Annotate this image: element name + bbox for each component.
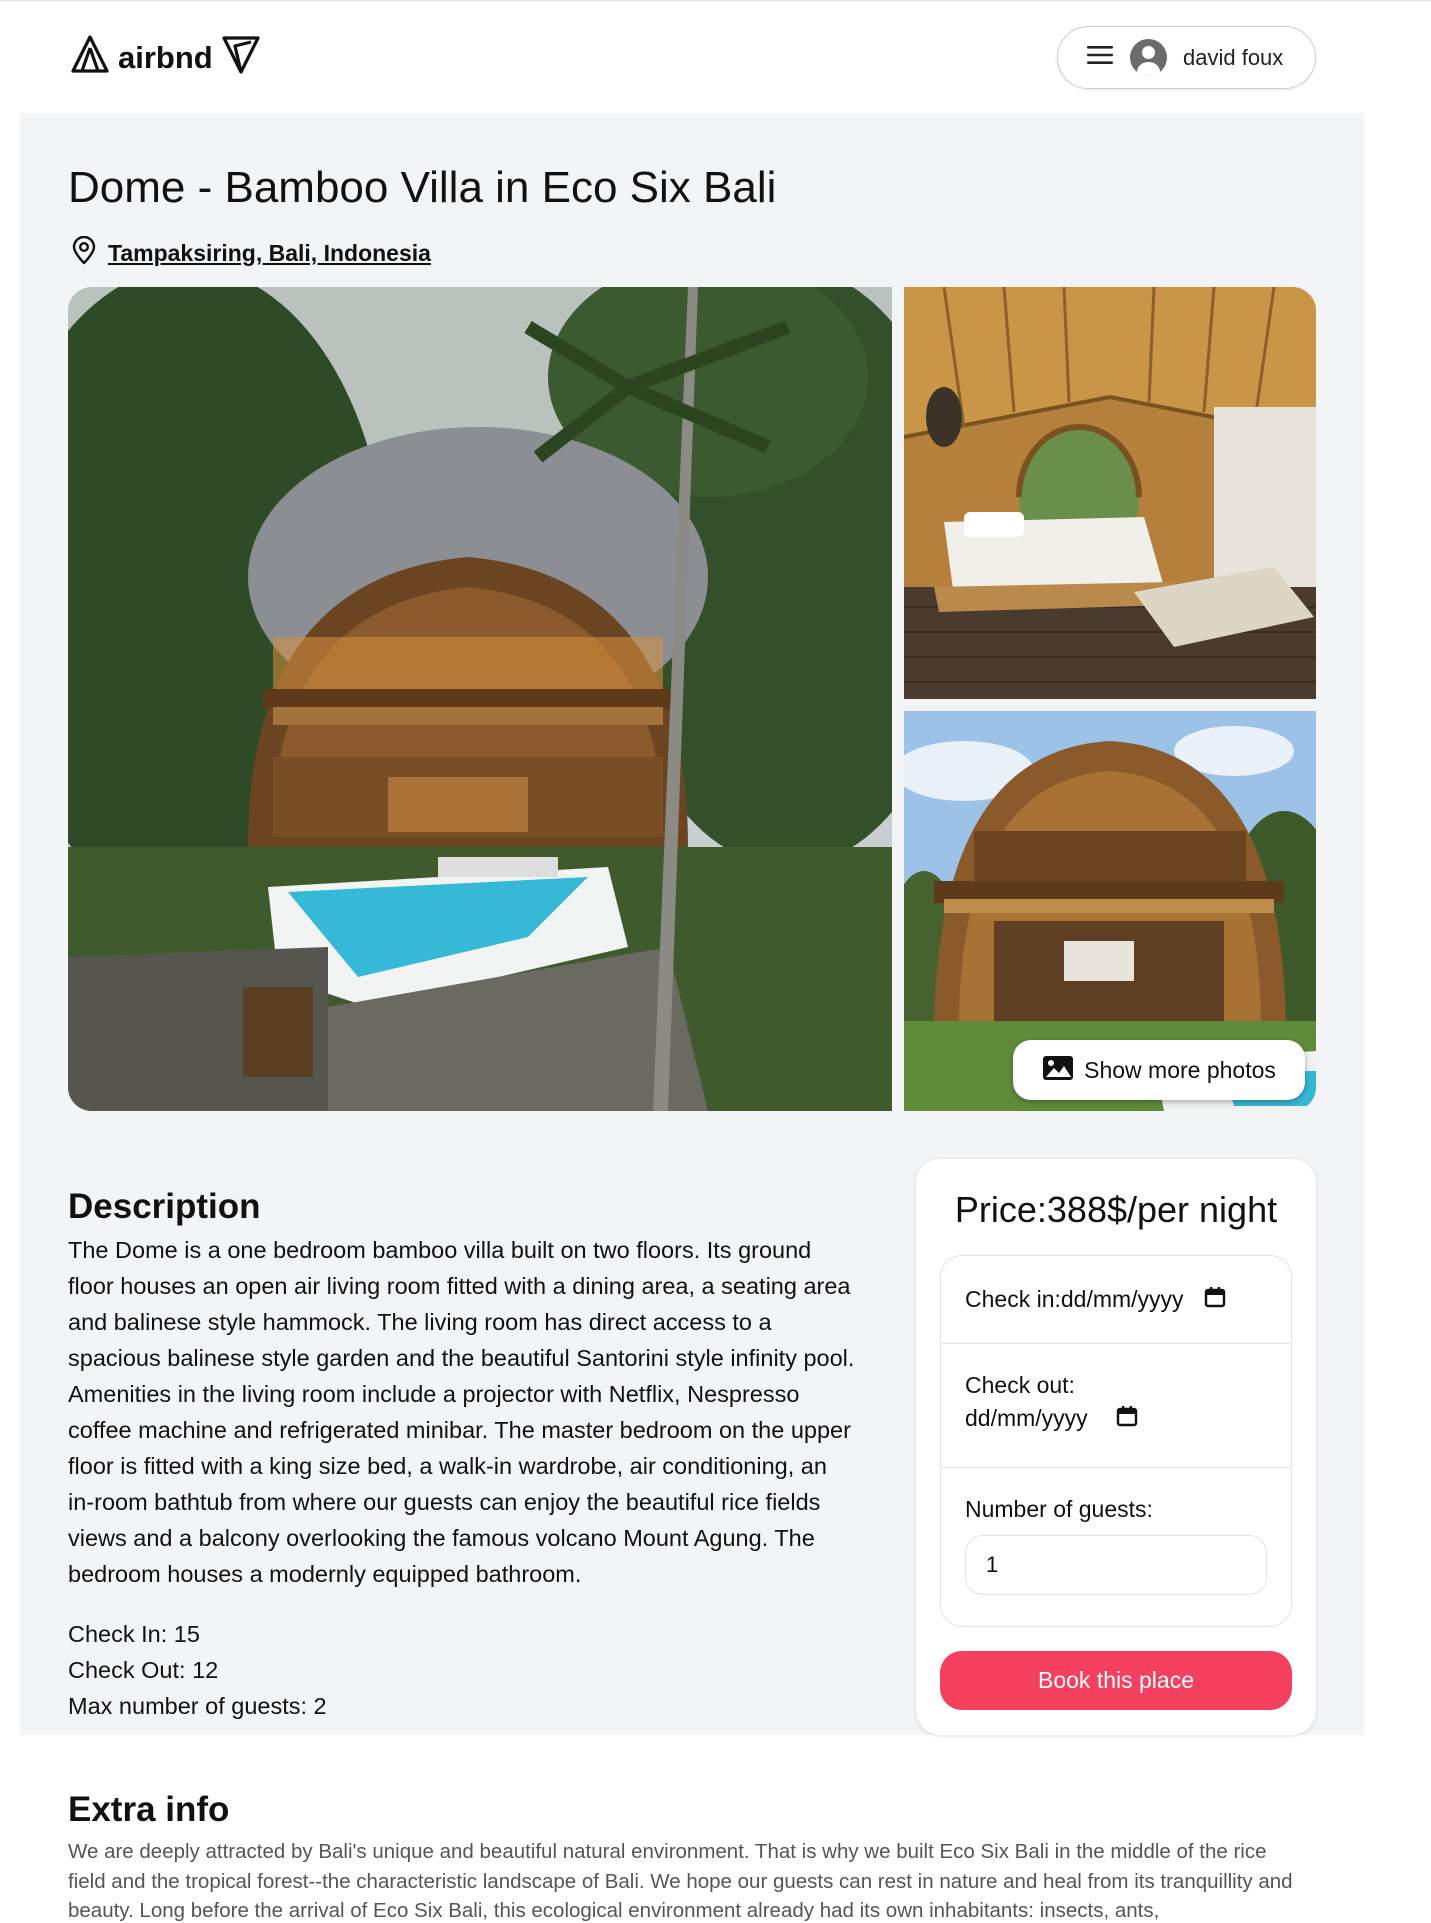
logo[interactable]: airbnd [70,34,261,81]
check-out-label: Check out: [965,1372,1075,1398]
logo-text: airbnd [118,39,213,75]
guests-input[interactable]: 1 [965,1535,1267,1595]
hamburger-icon [1086,44,1114,71]
description-heading: Description [68,1187,261,1226]
guests-label: Number of guests: [965,1496,1153,1522]
user-name: david foux [1183,44,1284,70]
image-icon [1042,1055,1074,1086]
extra-info-heading: Extra info [68,1790,230,1829]
extra-info-text: We are deeply attracted by Bali's unique… [68,1840,1293,1922]
calendar-icon[interactable] [1204,1286,1226,1313]
airbnd-logo-icon [70,34,110,81]
check-in-label: Check in: [965,1286,1061,1312]
show-more-photos-button[interactable]: Show more photos [1013,1040,1305,1100]
listing-title: Dome - Bamboo Villa in Eco Six Bali [68,163,777,212]
location-link[interactable]: Tampaksiring, Bali, Indonesia [70,235,431,271]
calendar-icon[interactable] [1116,1405,1138,1432]
user-avatar-icon [1130,39,1167,76]
booking-widget: Price:388$/per night Check in: dd/mm/yyyy… [916,1159,1316,1735]
check-in-info: Check In: 15 [68,1621,200,1647]
check-out-date-input[interactable]: dd/mm/yyyy [965,1405,1088,1432]
user-menu-button[interactable]: david foux [1057,26,1316,89]
check-in-date-input[interactable]: dd/mm/yyyy [1061,1286,1184,1313]
map-pin-icon [70,235,98,271]
check-out-field[interactable]: Check out: dd/mm/yyyy [941,1344,1291,1468]
description-text: The Dome is a one bedroom bamboo villa b… [68,1237,855,1587]
v-logo-icon [221,34,261,81]
bedroom-photo[interactable] [904,287,1316,699]
guests-field: Number of guests: 1 [941,1468,1291,1628]
check-in-field[interactable]: Check in: dd/mm/yyyy [941,1256,1291,1344]
stay-info: Check In: 15 Check Out: 12 Max number of… [68,1616,327,1724]
main-photo[interactable] [68,287,892,1111]
location-text: Tampaksiring, Bali, Indonesia [108,240,431,266]
photo-gallery [68,287,1316,1111]
header: airbnd david foux [0,1,1431,113]
check-out-info: Check Out: 12 [68,1657,219,1683]
max-guests-info: Max number of guests: 2 [68,1693,327,1719]
price: Price:388$/per night [954,1189,1278,1230]
booking-fields: Check in: dd/mm/yyyy Check out: dd/mm/yyy… [940,1255,1292,1627]
book-this-place-button[interactable]: Book this place [940,1651,1292,1710]
show-more-label: Show more photos [1084,1056,1276,1083]
